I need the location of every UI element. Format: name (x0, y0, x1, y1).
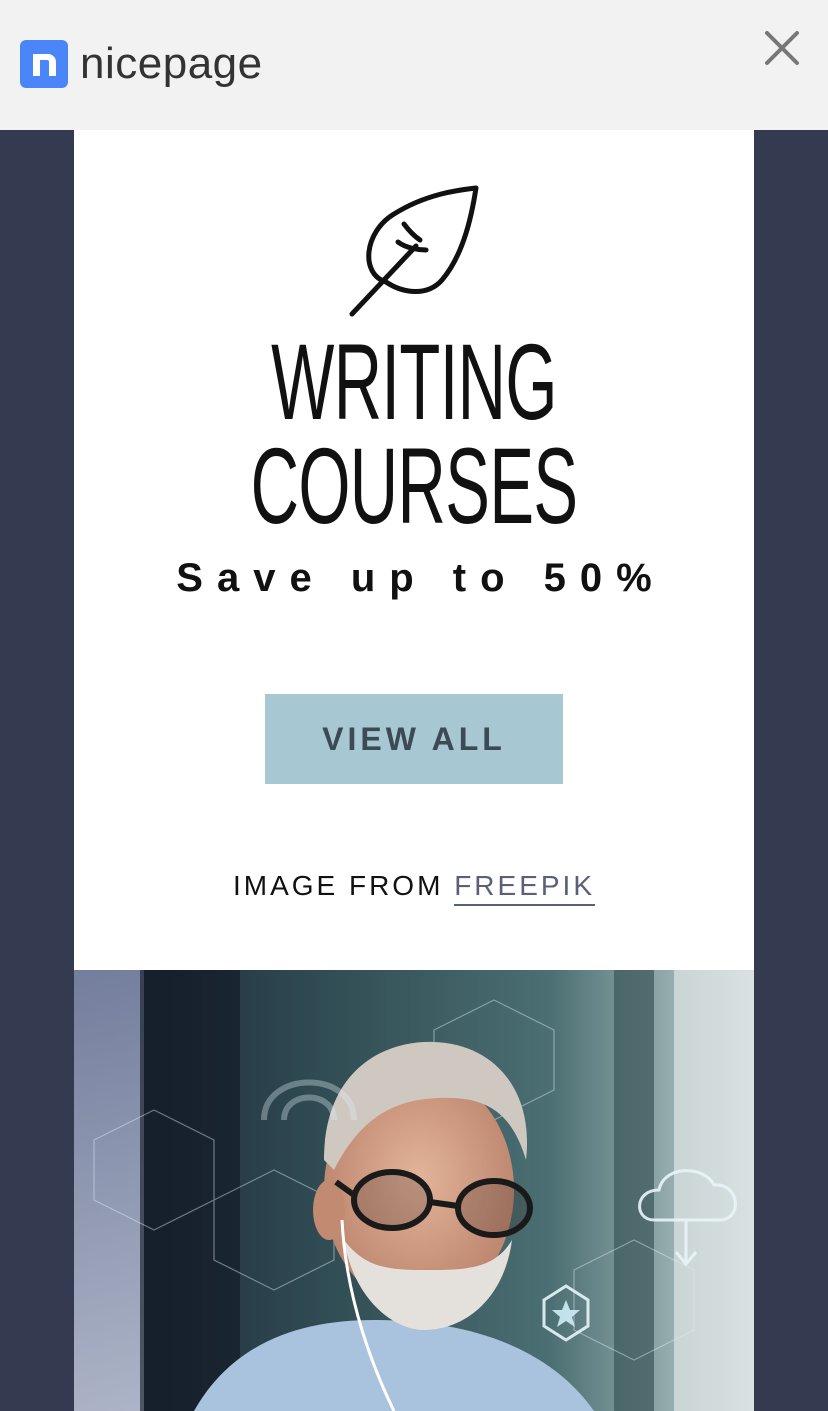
hero-photo (74, 970, 754, 1411)
feather-icon (349, 185, 479, 317)
close-button[interactable] (762, 28, 802, 68)
close-icon (765, 31, 799, 65)
hero-subtitle: Save up to 50% (176, 556, 666, 600)
hero-title: WRITING COURSES (74, 321, 754, 546)
credit-prefix: IMAGE FROM (232, 870, 444, 901)
title-line-1: WRITING (271, 321, 557, 442)
top-bar: nicepage (0, 0, 828, 130)
title-line-2: COURSES (250, 425, 578, 546)
view-all-button[interactable]: VIEW ALL (265, 694, 563, 784)
image-credit: IMAGE FROM FREEPIK (74, 870, 754, 906)
freepik-link[interactable]: FREEPIK (454, 870, 596, 906)
nicepage-logo[interactable]: nicepage (20, 40, 263, 88)
nicepage-logo-icon (20, 40, 68, 88)
logo-text: nicepage (80, 39, 263, 88)
